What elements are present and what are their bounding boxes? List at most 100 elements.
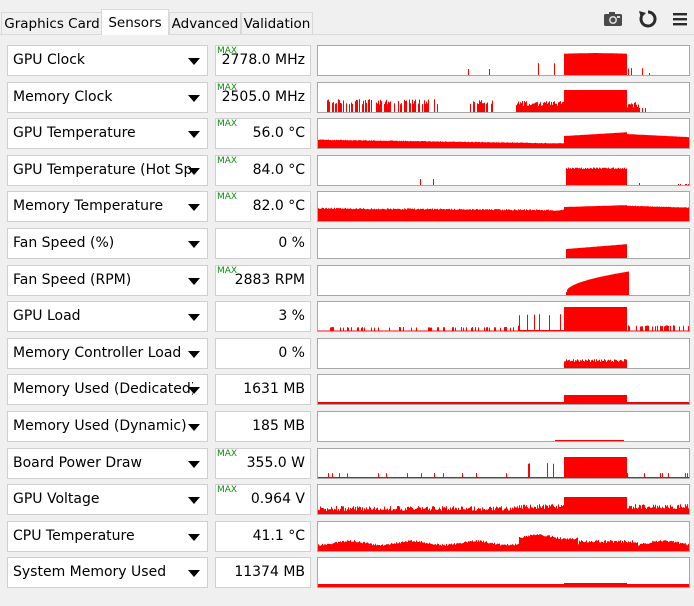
- sensor-name-selector[interactable]: GPU Temperature (Hot Spot): [7, 155, 208, 186]
- sensor-history-graph[interactable]: [317, 374, 690, 405]
- chevron-down-icon[interactable]: [185, 307, 203, 326]
- sensor-value: 84.0 °C: [252, 162, 305, 178]
- sensor-graph-area: [318, 307, 689, 331]
- chevron-down-icon[interactable]: [185, 271, 203, 290]
- sensor-name-selector[interactable]: Memory Controller Load: [7, 338, 208, 369]
- sensor-value-box[interactable]: MAX 2778.0 MHz: [215, 45, 311, 76]
- sensor-value-box[interactable]: MAX 84.0 °C: [215, 155, 311, 186]
- sensor-name-selector[interactable]: GPU Load: [7, 301, 208, 332]
- sensor-name-label: Memory Temperature: [13, 198, 164, 214]
- tab-validation[interactable]: Validation: [241, 12, 313, 34]
- sensor-value-box[interactable]: 0 %: [215, 338, 311, 369]
- sensor-value: 3 %: [278, 308, 305, 324]
- chevron-down-icon[interactable]: [185, 563, 203, 582]
- chevron-down-icon[interactable]: [185, 417, 203, 436]
- sensor-name-label: Memory Used (Dedicated): [13, 381, 193, 397]
- chevron-down-icon[interactable]: [185, 380, 203, 399]
- sensor-history-graph[interactable]: [317, 265, 690, 296]
- sensor-value-box[interactable]: MAX 2883 RPM: [215, 265, 311, 296]
- sensor-value: 2883 RPM: [234, 272, 305, 288]
- sensor-value: 185 MB: [252, 418, 305, 434]
- sensor-history-graph[interactable]: [317, 411, 690, 442]
- chevron-down-icon[interactable]: [185, 490, 203, 509]
- sensor-graph-area: [318, 497, 689, 514]
- sensor-name-selector[interactable]: GPU Clock: [7, 45, 208, 76]
- sensor-name-selector[interactable]: Memory Temperature: [7, 191, 208, 222]
- sensor-graph-area: [318, 205, 689, 221]
- sensor-graph-plot: [318, 395, 689, 404]
- sensor-row: System Memory Used 11374 MB: [0, 557, 694, 588]
- sensor-graph-plot: [318, 132, 689, 148]
- sensor-history-graph[interactable]: [317, 557, 690, 588]
- sensor-graph-plot: [318, 440, 689, 441]
- sensor-history-graph[interactable]: [317, 228, 690, 259]
- tab-advanced[interactable]: Advanced: [169, 12, 241, 34]
- sensor-name-label: Memory Clock: [13, 89, 113, 105]
- chevron-down-icon[interactable]: [185, 124, 203, 143]
- sensor-name-selector[interactable]: GPU Voltage: [7, 484, 208, 515]
- sensor-value-box[interactable]: 11374 MB: [215, 557, 311, 588]
- sensor-name-selector[interactable]: Memory Clock: [7, 82, 208, 113]
- chevron-down-icon[interactable]: [185, 234, 203, 253]
- sensor-history-graph[interactable]: [317, 484, 690, 515]
- sensor-history-graph[interactable]: [317, 82, 690, 113]
- chevron-down-icon[interactable]: [185, 197, 203, 216]
- chevron-down-icon[interactable]: [185, 51, 203, 70]
- sensor-value: 2778.0 MHz: [221, 52, 305, 68]
- sensor-graph-plot: [318, 307, 689, 331]
- sensor-name-selector[interactable]: CPU Temperature: [7, 521, 208, 552]
- sensor-value: 82.0 °C: [252, 198, 305, 214]
- refresh-icon[interactable]: [638, 9, 658, 29]
- tab-sensors[interactable]: Sensors: [101, 9, 169, 35]
- sensor-graph-plot: [318, 497, 689, 514]
- chevron-down-icon[interactable]: [185, 344, 203, 363]
- sensor-history-graph[interactable]: [317, 521, 690, 552]
- sensor-name-selector[interactable]: Fan Speed (RPM): [7, 265, 208, 296]
- sensor-row: GPU Load 3 %: [0, 301, 694, 332]
- sensor-graph-plot: [318, 53, 689, 75]
- sensor-value-box[interactable]: 1631 MB: [215, 374, 311, 405]
- tab-bar: Graphics Card Sensors Advanced Validatio…: [0, 0, 694, 36]
- sensor-row: Memory Used (Dedicated) 1631 MB: [0, 374, 694, 405]
- sensor-value-box[interactable]: 185 MB: [215, 411, 311, 442]
- sensor-graph-area: [318, 132, 689, 148]
- chevron-down-icon[interactable]: [185, 454, 203, 473]
- sensor-history-graph[interactable]: [317, 155, 690, 186]
- sensor-history-graph[interactable]: [317, 45, 690, 76]
- sensor-value-box[interactable]: MAX 2505.0 MHz: [215, 82, 311, 113]
- sensor-name-selector[interactable]: Memory Used (Dynamic): [7, 411, 208, 442]
- sensor-graph-plot: [318, 205, 689, 221]
- sensor-name-label: GPU Clock: [13, 52, 86, 68]
- chevron-down-icon[interactable]: [185, 161, 203, 180]
- sensor-name-label: Board Power Draw: [13, 455, 142, 471]
- hamburger-menu-icon[interactable]: [670, 9, 690, 29]
- sensor-value: 0.964 V: [250, 491, 305, 507]
- sensor-history-graph[interactable]: [317, 118, 690, 149]
- sensor-graph-area: [318, 583, 689, 587]
- sensor-value-box[interactable]: 0 %: [215, 228, 311, 259]
- sensor-value: 0 %: [278, 345, 305, 361]
- sensor-name-selector[interactable]: Board Power Draw: [7, 448, 208, 479]
- tab-graphics-card[interactable]: Graphics Card: [1, 12, 103, 34]
- sensor-graph-plot: [318, 244, 689, 258]
- sensor-history-graph[interactable]: [317, 448, 690, 479]
- sensor-history-graph[interactable]: [317, 191, 690, 222]
- sensor-value-box[interactable]: 41.1 °C: [215, 521, 311, 552]
- sensor-name-selector[interactable]: Memory Used (Dedicated): [7, 374, 208, 405]
- sensor-name-selector[interactable]: System Memory Used: [7, 557, 208, 588]
- sensor-value-box[interactable]: MAX 355.0 W: [215, 448, 311, 479]
- sensor-history-graph[interactable]: [317, 301, 690, 332]
- sensor-value-box[interactable]: MAX 56.0 °C: [215, 118, 311, 149]
- sensor-graph-area: [318, 90, 689, 112]
- sensor-graph-area: [318, 457, 689, 478]
- camera-icon[interactable]: [603, 9, 623, 29]
- chevron-down-icon[interactable]: [185, 88, 203, 107]
- max-indicator: MAX: [217, 485, 238, 495]
- chevron-down-icon[interactable]: [185, 527, 203, 546]
- sensor-value-box[interactable]: 3 %: [215, 301, 311, 332]
- sensor-history-graph[interactable]: [317, 338, 690, 369]
- sensor-value-box[interactable]: MAX 82.0 °C: [215, 191, 311, 222]
- sensor-name-selector[interactable]: GPU Temperature: [7, 118, 208, 149]
- sensor-value-box[interactable]: MAX 0.964 V: [215, 484, 311, 515]
- sensor-name-selector[interactable]: Fan Speed (%): [7, 228, 208, 259]
